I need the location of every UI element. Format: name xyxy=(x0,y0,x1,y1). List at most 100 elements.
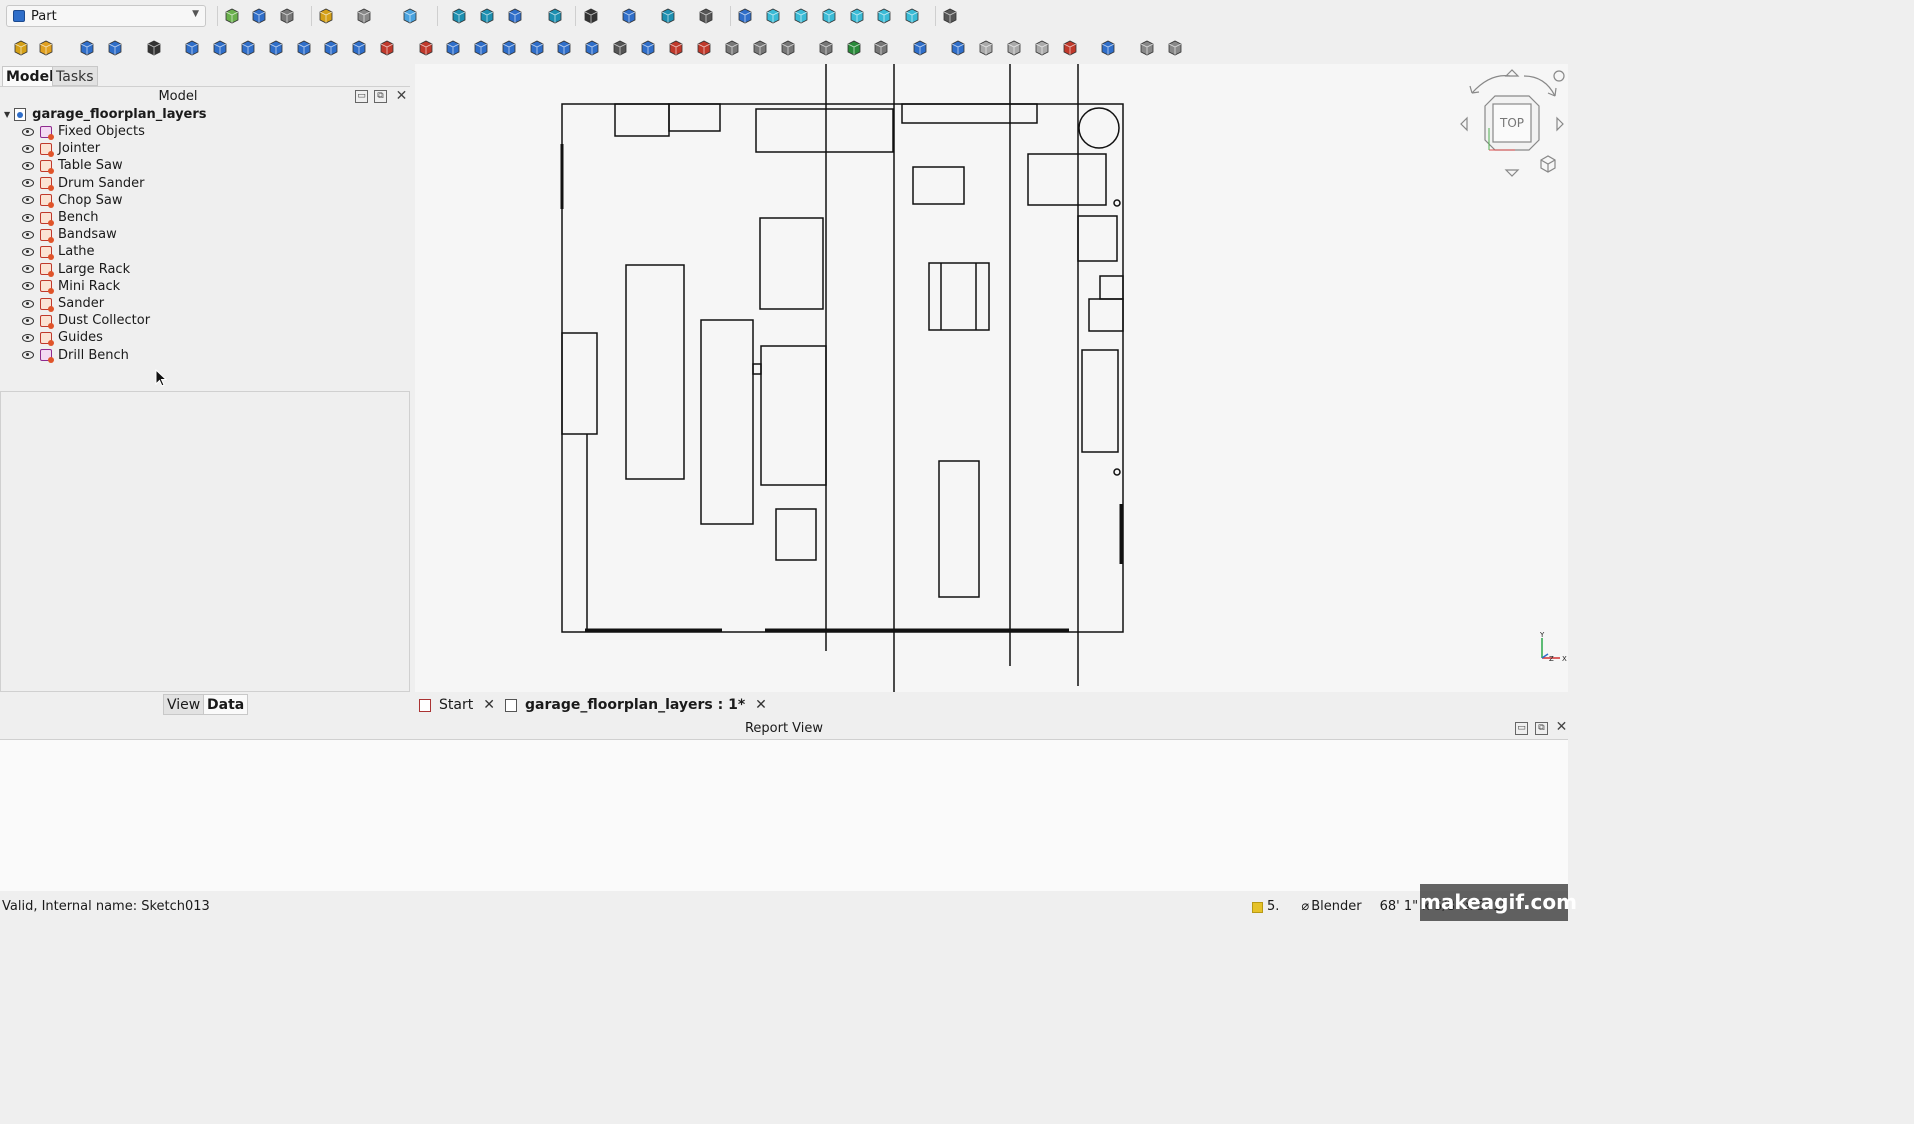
tree-item[interactable]: Drill Bench xyxy=(22,347,129,364)
axis-cross-icon[interactable] xyxy=(36,38,56,58)
visibility-eye-icon[interactable] xyxy=(22,282,34,291)
visibility-eye-icon[interactable] xyxy=(22,127,34,136)
tree-item[interactable]: Guides xyxy=(22,329,103,346)
save-icon[interactable] xyxy=(277,6,297,26)
tab-document[interactable]: garage_floorplan_layers : 1* ✕ xyxy=(505,694,767,716)
macro-icon[interactable] xyxy=(144,38,164,58)
cone-icon[interactable] xyxy=(266,38,286,58)
visibility-eye-icon[interactable] xyxy=(22,230,34,239)
tab-start[interactable]: Start ✕ xyxy=(419,694,495,716)
close-icon[interactable]: ✕ xyxy=(1555,720,1568,735)
projection-icon[interactable] xyxy=(778,38,798,58)
offset-icon[interactable] xyxy=(722,38,742,58)
attach-icon[interactable] xyxy=(844,38,864,58)
float-icon[interactable]: ⧉ xyxy=(1535,722,1548,735)
tab-view[interactable]: View xyxy=(163,694,205,715)
tree-item[interactable]: Fixed Objects xyxy=(22,123,145,140)
ruled-surface-icon[interactable] xyxy=(582,38,602,58)
draw-style-icon[interactable] xyxy=(505,6,525,26)
view-left-icon[interactable] xyxy=(902,6,922,26)
sweep-icon[interactable] xyxy=(638,38,658,58)
tab-tasks[interactable]: Tasks xyxy=(52,66,98,86)
tab-model[interactable]: Model xyxy=(2,66,58,86)
visibility-eye-icon[interactable] xyxy=(22,179,34,188)
new-document-icon[interactable] xyxy=(222,6,242,26)
tree-item[interactable]: Sander xyxy=(22,295,104,312)
cross-sections-icon[interactable] xyxy=(694,38,714,58)
fit-selection-icon[interactable] xyxy=(477,6,497,26)
floorplan-drawing[interactable] xyxy=(415,64,1568,692)
cut-icon[interactable] xyxy=(948,38,968,58)
loft-icon[interactable] xyxy=(610,38,630,58)
close-icon[interactable]: ✕ xyxy=(483,697,495,713)
common-icon[interactable] xyxy=(1004,38,1024,58)
stereo-icon[interactable] xyxy=(581,6,601,26)
tree-item[interactable]: Mini Rack xyxy=(22,278,120,295)
view-bottom-icon[interactable] xyxy=(874,6,894,26)
section-op-icon[interactable] xyxy=(1032,38,1052,58)
shape-builder-icon[interactable] xyxy=(377,38,397,58)
visibility-eye-icon[interactable] xyxy=(22,196,34,205)
redo-icon[interactable] xyxy=(354,6,374,26)
bounding-box-icon[interactable] xyxy=(545,6,565,26)
view-top-icon[interactable] xyxy=(791,6,811,26)
check-geometry-icon[interactable] xyxy=(871,38,891,58)
box-icon[interactable] xyxy=(182,38,202,58)
split-icon[interactable] xyxy=(1098,38,1118,58)
cylinder-icon[interactable] xyxy=(210,38,230,58)
workbench-selector[interactable]: Part ▼ xyxy=(6,5,206,27)
part-design-icon[interactable] xyxy=(11,38,31,58)
visibility-eye-icon[interactable] xyxy=(22,247,34,256)
whats-this-icon[interactable] xyxy=(940,6,960,26)
close-icon[interactable]: ✕ xyxy=(755,697,767,713)
navigation-cube[interactable]: TOP xyxy=(1455,68,1568,188)
torus-icon[interactable] xyxy=(294,38,314,58)
tree-item[interactable]: Chop Saw xyxy=(22,192,123,209)
view-cube-icon[interactable] xyxy=(619,6,639,26)
refine-icon[interactable] xyxy=(1165,38,1185,58)
boolean-icon[interactable] xyxy=(910,38,930,58)
sphere-icon[interactable] xyxy=(238,38,258,58)
visibility-eye-icon[interactable] xyxy=(22,213,34,222)
fillet-icon[interactable] xyxy=(499,38,519,58)
make-face-icon[interactable] xyxy=(554,38,574,58)
undo-icon[interactable] xyxy=(316,6,336,26)
compound-icon[interactable] xyxy=(816,38,836,58)
visibility-eye-icon[interactable] xyxy=(22,351,34,360)
tree-item[interactable]: Table Saw xyxy=(22,157,123,174)
visibility-eye-icon[interactable] xyxy=(22,299,34,308)
view-front-icon[interactable] xyxy=(763,6,783,26)
visibility-eye-icon[interactable] xyxy=(22,333,34,342)
3d-view[interactable]: TOP Y X Z xyxy=(415,64,1568,692)
view-rear-icon[interactable] xyxy=(847,6,867,26)
mirror-icon[interactable] xyxy=(471,38,491,58)
chamfer-icon[interactable] xyxy=(527,38,547,58)
section-icon[interactable] xyxy=(666,38,686,58)
visibility-eye-icon[interactable] xyxy=(22,265,34,274)
tree-root-document[interactable]: ▼ garage_floorplan_layers xyxy=(4,106,207,123)
view-right-icon[interactable] xyxy=(819,6,839,26)
measure-icon[interactable] xyxy=(696,6,716,26)
view-iso-icon[interactable] xyxy=(735,6,755,26)
tree-item[interactable]: Large Rack xyxy=(22,261,130,278)
folder-icon[interactable] xyxy=(77,38,97,58)
join-icon[interactable] xyxy=(1060,38,1080,58)
tab-data[interactable]: Data xyxy=(203,694,249,715)
primitives-icon[interactable] xyxy=(349,38,369,58)
visibility-eye-icon[interactable] xyxy=(22,316,34,325)
tree-item[interactable]: Jointer xyxy=(22,140,100,157)
notification-icon[interactable] xyxy=(1252,901,1263,913)
tree-item[interactable]: Lathe xyxy=(22,243,95,260)
restore-icon[interactable]: ▭ xyxy=(1515,722,1528,735)
expand-arrow-icon[interactable]: ▼ xyxy=(4,110,10,119)
fit-all-icon[interactable] xyxy=(449,6,469,26)
visibility-eye-icon[interactable] xyxy=(22,144,34,153)
thickness-icon[interactable] xyxy=(750,38,770,58)
visibility-eye-icon[interactable] xyxy=(22,161,34,170)
restore-icon[interactable]: ▭ xyxy=(355,90,368,103)
revolve-icon[interactable] xyxy=(443,38,463,58)
refresh-icon[interactable] xyxy=(400,6,420,26)
tree-item[interactable]: Drum Sander xyxy=(22,175,144,192)
fuse-icon[interactable] xyxy=(976,38,996,58)
close-icon[interactable]: ✕ xyxy=(395,89,408,103)
